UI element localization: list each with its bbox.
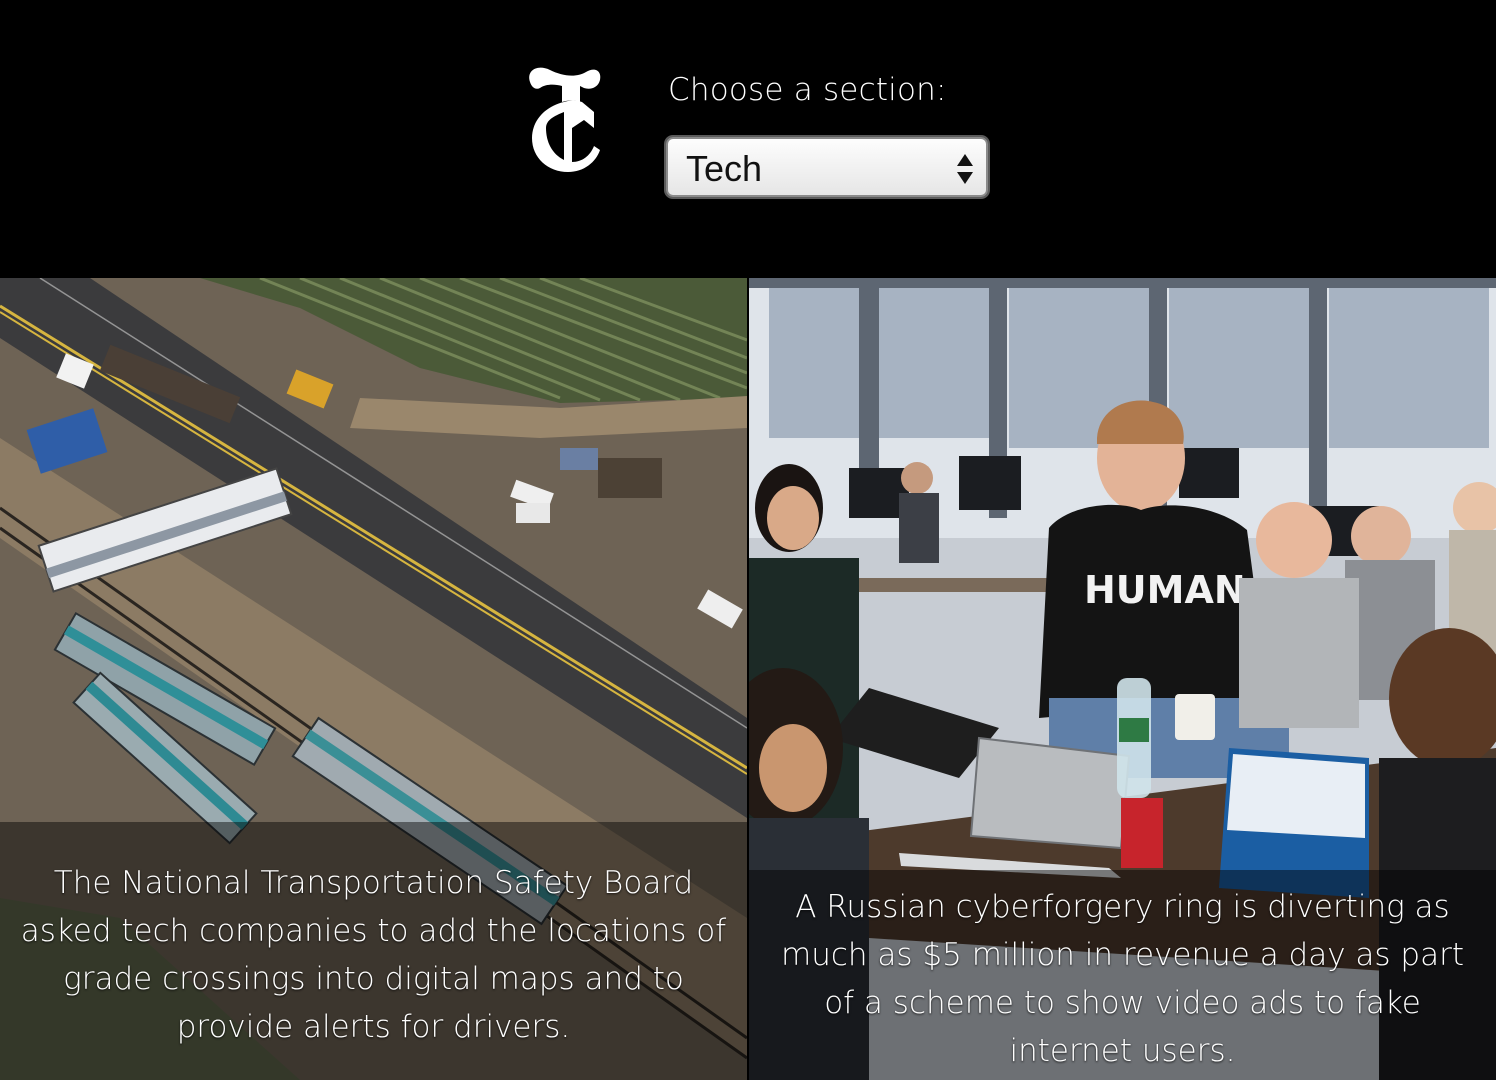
section-label: Choose a section:	[668, 72, 947, 108]
section-select-value: Tech	[686, 148, 763, 189]
section-select[interactable]: Tech	[666, 137, 988, 197]
story-summary[interactable]: A Russian cyberforgery ring is diverting…	[763, 875, 1483, 1075]
story-caption-band: A Russian cyberforgery ring is diverting…	[749, 870, 1496, 1080]
story-card-train[interactable]: The National Transportation Safety Board…	[0, 278, 747, 1080]
nyt-t-logo-icon	[529, 67, 601, 172]
story-card-cyberforgery[interactable]: HUMAN A Russian cyberforgery ring is div…	[749, 278, 1496, 1080]
site-header: Choose a section: Tech	[0, 0, 1496, 278]
svg-text:HUMAN: HUMAN	[1084, 568, 1246, 612]
story-summary[interactable]: The National Transportation Safety Board…	[14, 851, 734, 1051]
story-caption-band: The National Transportation Safety Board…	[0, 822, 747, 1080]
select-arrows-icon	[957, 154, 973, 184]
nyt-logo[interactable]	[524, 62, 606, 176]
